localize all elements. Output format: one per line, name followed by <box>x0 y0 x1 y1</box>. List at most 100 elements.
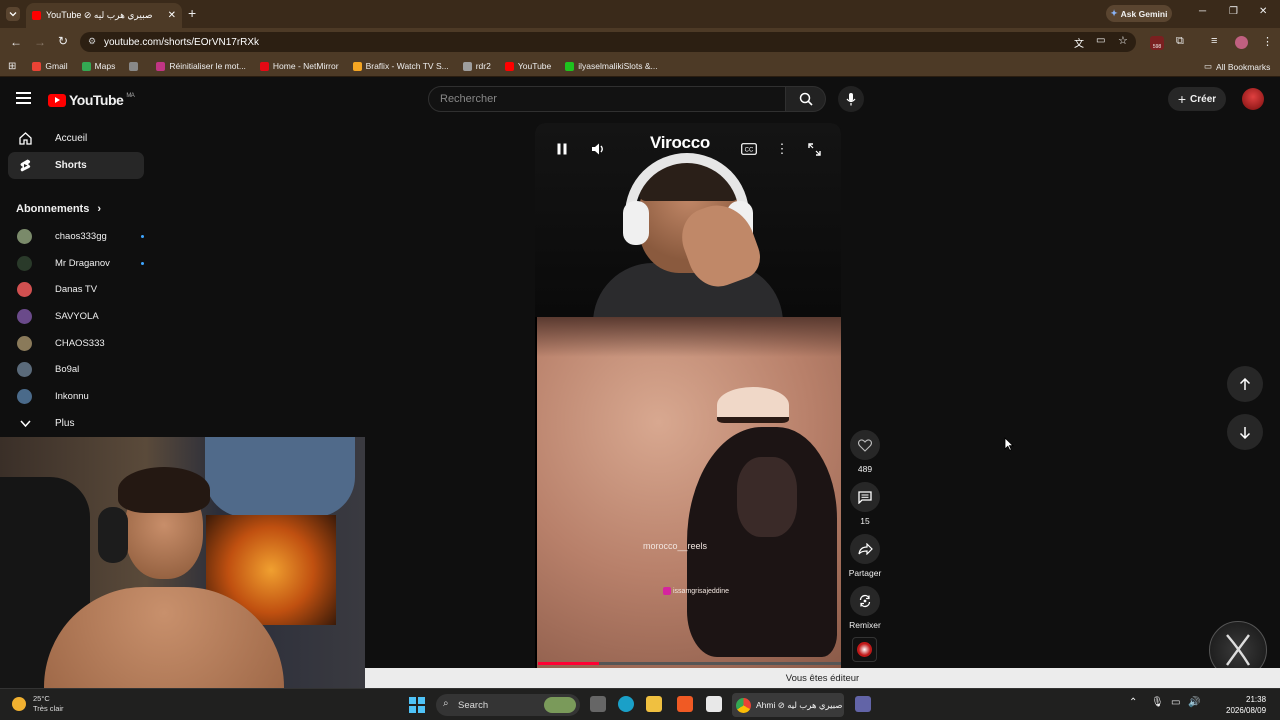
like-circle <box>850 430 880 460</box>
previous-short-button[interactable] <box>1227 366 1263 402</box>
subscription-item[interactable]: Inkonnu <box>8 383 144 410</box>
store-icon[interactable] <box>706 696 722 712</box>
bookmark-item[interactable] <box>129 61 142 71</box>
comments-circle <box>850 482 880 512</box>
shorts-player[interactable]: Virocco CC ⋮ morocco__reels issamgrisaje… <box>535 123 841 668</box>
clip-dark-edge <box>537 317 841 357</box>
start-button[interactable] <box>409 697 425 713</box>
comments-button[interactable]: 15 <box>849 482 881 526</box>
bookmark-item[interactable]: Maps <box>81 61 116 71</box>
home-icon <box>19 132 32 145</box>
apps-grid-icon[interactable]: ⊞ <box>8 61 16 72</box>
subscription-item[interactable]: chaos333gg <box>8 223 144 250</box>
sidebar-item-more[interactable]: Plus <box>8 410 144 437</box>
media-control-icon[interactable]: ≡ <box>1211 35 1217 47</box>
fullscreen-icon <box>807 142 821 156</box>
channel-avatar <box>17 229 32 244</box>
subscription-label: chaos333gg <box>55 230 107 242</box>
taskbar-search[interactable]: ⌕ Search <box>436 694 580 716</box>
show-hidden-icons[interactable]: ⌃ <box>1129 697 1137 708</box>
brave-icon[interactable] <box>677 696 693 712</box>
task-view-icon[interactable] <box>590 696 606 712</box>
bookmark-item[interactable]: ilyaselmalikiSlots &... <box>565 61 658 71</box>
url-text: youtube.com/shorts/EOrVN17rRXk <box>104 36 260 48</box>
next-short-button[interactable] <box>1227 414 1263 450</box>
volume-button[interactable] <box>591 141 607 157</box>
like-button[interactable]: 489 <box>849 430 881 474</box>
tab-search-button[interactable] <box>6 7 20 21</box>
more-options-button[interactable]: ⋮ <box>774 141 790 157</box>
forward-icon[interactable]: → <box>34 35 46 49</box>
subscription-item[interactable]: Bo9al <box>8 356 144 383</box>
edge-icon[interactable] <box>618 696 634 712</box>
remix-button[interactable]: Remixer <box>845 586 885 630</box>
hamburger-menu-icon[interactable] <box>16 92 31 104</box>
fullscreen-button[interactable] <box>806 141 822 157</box>
bookmark-item[interactable]: Réinitialiser le mot... <box>156 61 246 71</box>
close-tab-icon[interactable]: ✕ <box>168 10 176 21</box>
windows-logo-tile <box>409 706 416 713</box>
maximize-icon[interactable]: ❐ <box>1229 6 1238 17</box>
bookmark-item[interactable]: Home - NetMirror <box>259 61 339 71</box>
editor-banner-text: Vous êtes éditeur <box>785 672 860 684</box>
heart-icon <box>858 438 872 452</box>
bookmark-item[interactable]: YouTube <box>504 61 551 71</box>
system-clock[interactable]: 21:38 2026/08/09 <box>1226 694 1266 716</box>
bookmark-item[interactable]: Gmail <box>32 61 68 71</box>
extensions-puzzle-icon[interactable]: ⧉ <box>1176 35 1184 48</box>
weather-widget[interactable]: 25°C Très clair <box>33 694 64 714</box>
profile-avatar[interactable] <box>1235 36 1248 49</box>
translate-icon[interactable]: 文 <box>1074 35 1084 50</box>
youtube-logo[interactable]: YouTube MA <box>48 92 135 108</box>
sidebar-item-shorts[interactable]: Shorts <box>8 152 144 179</box>
minimize-icon[interactable]: ─ <box>1199 6 1206 17</box>
reload-icon[interactable]: ↻ <box>58 34 68 48</box>
bookmark-favicon-icon <box>81 61 91 71</box>
site-info-icon[interactable]: ⚙ <box>88 36 96 47</box>
mic-tray-icon[interactable]: 🎙 <box>1151 697 1164 708</box>
sidebar-item-home[interactable]: Accueil <box>8 125 144 152</box>
bookmark-label: Maps <box>94 61 116 71</box>
cast-icon[interactable]: ▭ <box>1096 35 1105 46</box>
subscriptions-heading[interactable]: Abonnements › <box>0 195 156 223</box>
browser-tab-active[interactable]: YouTube ⊘ صبيري هرب ليه ✕ <box>26 3 182 28</box>
subscription-item[interactable]: CHAOS333 <box>8 330 144 357</box>
chrome-icon <box>736 697 751 713</box>
taskbar-chrome-window[interactable]: Ahmi ⊘ صبيري هرب ليه <box>732 693 844 717</box>
browser-menu-icon[interactable]: ⋮ <box>1262 35 1273 48</box>
subscription-item[interactable]: Danas TV <box>8 276 144 303</box>
headphone-left <box>623 201 649 245</box>
extension-icon[interactable]: 598 <box>1150 36 1164 50</box>
new-tab-button[interactable]: + <box>188 5 196 21</box>
captions-button[interactable]: CC <box>741 141 757 157</box>
voice-search-button[interactable] <box>838 86 864 112</box>
share-button[interactable]: Partager <box>845 534 885 578</box>
back-icon[interactable]: ← <box>10 35 22 49</box>
create-button[interactable]: + Créer <box>1168 87 1226 111</box>
channel-avatar[interactable] <box>852 637 877 662</box>
bookmark-item[interactable]: Braflix - Watch TV S... <box>352 61 449 71</box>
subscription-item[interactable]: Mr Draganov <box>8 250 144 277</box>
taskbar-search-label: Search <box>458 699 489 711</box>
bookmark-item[interactable]: rdr2 <box>462 61 491 71</box>
window-close-icon[interactable]: ✕ <box>1259 6 1267 17</box>
all-bookmarks[interactable]: ▭ All Bookmarks <box>1204 61 1270 72</box>
bookmark-label: Réinitialiser le mot... <box>169 61 246 71</box>
pause-button[interactable] <box>554 141 570 157</box>
network-icon[interactable]: ▭ <box>1171 697 1180 708</box>
bookmark-star-icon[interactable]: ☆ <box>1118 34 1128 47</box>
comment-count: 15 <box>860 516 870 526</box>
account-avatar[interactable] <box>1242 88 1264 110</box>
ask-gemini-button[interactable]: ✦ Ask Gemini <box>1106 5 1172 22</box>
speaker-icon[interactable]: 🔊 <box>1188 697 1200 708</box>
remix-label: Remixer <box>849 620 881 630</box>
subscription-item[interactable]: SAVYOLA <box>8 303 144 330</box>
search-input[interactable]: Rechercher <box>428 86 786 112</box>
share-circle <box>850 534 880 564</box>
weather-icon[interactable] <box>12 697 26 711</box>
teams-icon[interactable] <box>855 696 871 712</box>
youtube-play-icon <box>48 93 66 107</box>
file-explorer-icon[interactable] <box>646 696 662 712</box>
address-bar[interactable]: ⚙ youtube.com/shorts/EOrVN17rRXk 文 ▭ ☆ <box>80 32 1136 52</box>
search-button[interactable] <box>786 86 826 112</box>
